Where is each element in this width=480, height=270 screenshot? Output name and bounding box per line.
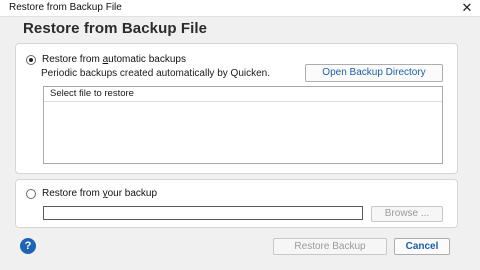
automatic-backups-label-suffix: utomatic backups: [108, 54, 186, 65]
help-icon[interactable]: ?: [20, 238, 36, 254]
automatic-backups-option[interactable]: Restore from automatic backups: [26, 54, 186, 65]
own-backup-panel: Restore from your backup Browse ...: [15, 179, 458, 228]
backup-file-list[interactable]: Select file to restore: [43, 86, 443, 164]
automatic-backups-label-prefix: Restore from: [42, 54, 103, 65]
automatic-backups-label[interactable]: Restore from automatic backups: [42, 54, 186, 65]
backup-file-list-header: Select file to restore: [44, 87, 442, 102]
automatic-backups-description: Periodic backups created automatically b…: [41, 68, 271, 79]
cancel-button[interactable]: Cancel: [394, 238, 450, 255]
restore-backup-button[interactable]: Restore Backup: [273, 238, 387, 255]
own-backup-label-suffix: our backup: [107, 188, 158, 199]
title-bar: Restore from Backup File ✕: [0, 0, 480, 17]
dialog-heading: Restore from Backup File: [23, 20, 208, 37]
automatic-backups-radio[interactable]: [26, 54, 36, 65]
own-backup-radio[interactable]: [26, 188, 36, 199]
automatic-backups-panel: Restore from automatic backups Periodic …: [15, 43, 458, 174]
open-backup-directory-button[interactable]: Open Backup Directory: [305, 64, 443, 82]
browse-button[interactable]: Browse ...: [371, 206, 443, 222]
close-icon[interactable]: ✕: [458, 0, 476, 16]
own-backup-option[interactable]: Restore from your backup: [26, 188, 157, 199]
own-backup-label-prefix: Restore from: [42, 188, 103, 199]
backup-path-input[interactable]: [43, 206, 363, 220]
own-backup-label[interactable]: Restore from your backup: [42, 188, 157, 199]
window-title: Restore from Backup File: [9, 2, 122, 13]
